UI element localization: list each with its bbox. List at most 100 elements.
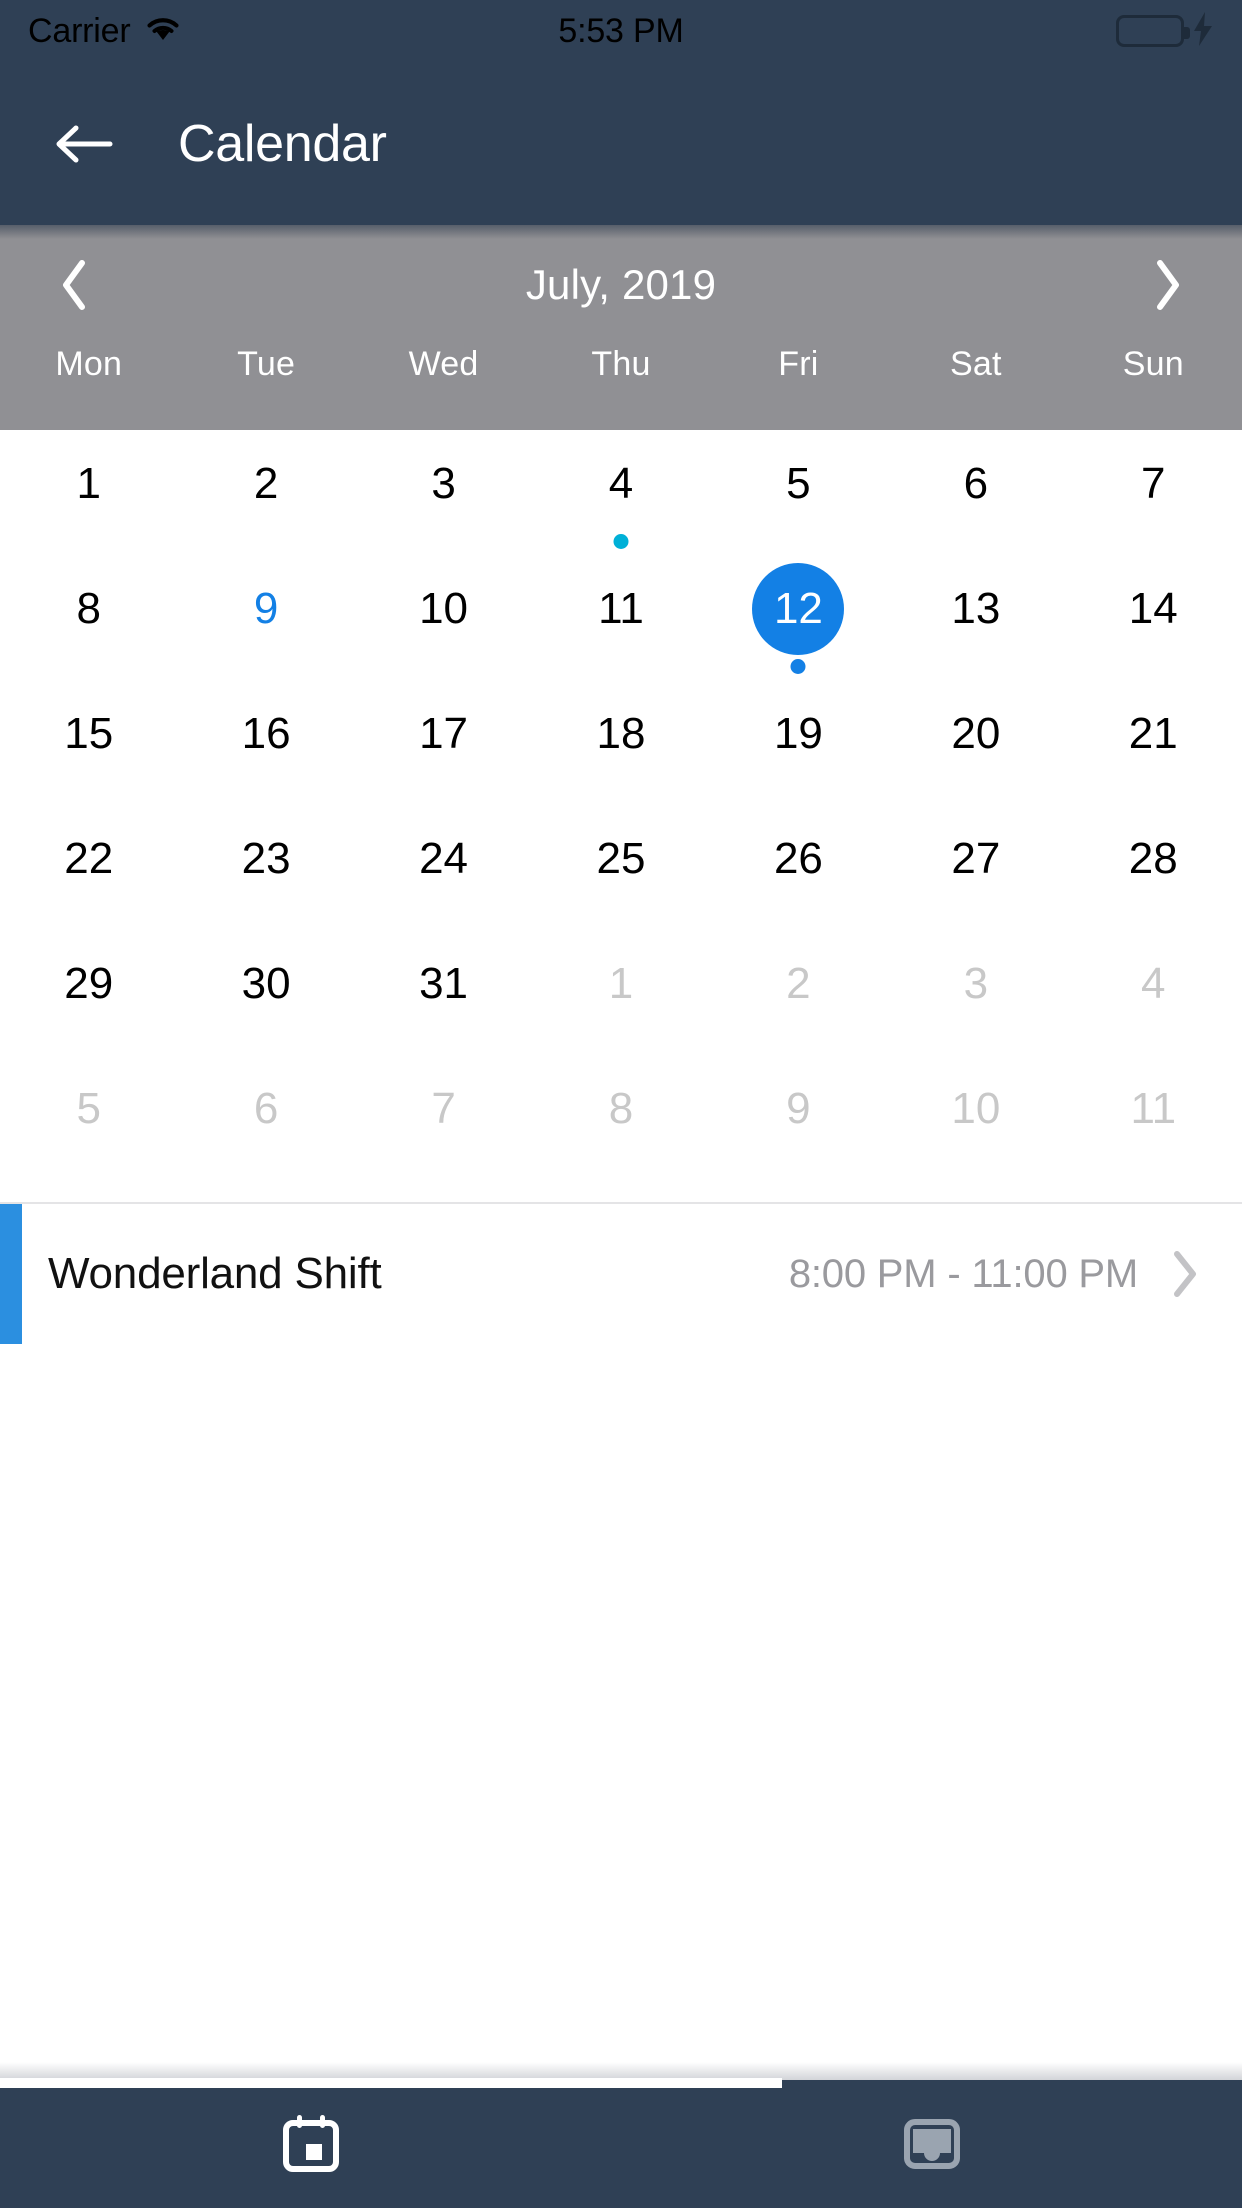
day-number: 3 [431,459,456,508]
day-number: 11 [598,584,644,633]
calendar-day-6-muted[interactable]: 6 [177,1063,354,1188]
day-number: 14 [1128,584,1178,633]
chevron-right-icon[interactable] [1138,256,1196,314]
day-number: 31 [419,959,469,1008]
weekday-label: Sat [950,345,1002,383]
event-accent-bar [0,1204,22,1344]
app-screen: Carrier 5:53 PM Calendar July, 2019 Mon … [0,0,1242,2208]
calendar-day-3[interactable]: 3 [355,438,532,563]
page-title: Calendar [178,114,387,173]
day-number: 12 [752,563,845,655]
calendar-day-17[interactable]: 17 [355,688,532,813]
day-number: 7 [431,1084,456,1133]
day-number: 10 [419,584,469,633]
day-number: 24 [419,834,469,883]
weekday-label: Tue [237,345,296,383]
chevron-right-icon[interactable] [1164,1250,1204,1298]
calendar-day-7-muted[interactable]: 7 [355,1063,532,1188]
day-number: 6 [253,1084,279,1133]
calendar-day-27[interactable]: 27 [887,813,1064,938]
calendar-day-4[interactable]: 4 [532,438,709,563]
tab-inbox[interactable] [621,2080,1242,2208]
event-indicator-dot [790,659,806,674]
calendar-grid: 1 2 3 4 5 6 7 8 9 10 11 12 13 14 15 16 17 18 19 20 21 22 23 24 2… [0,430,1242,1188]
event-row[interactable]: Wonderland Shift 8:00 PM - 11:00 PM [0,1204,1242,1344]
calendar-day-11-muted[interactable]: 11 [1065,1063,1242,1188]
calendar-day-1-muted[interactable]: 1 [532,938,709,1063]
calendar-day-26[interactable]: 26 [710,813,887,938]
day-number: 15 [64,709,114,758]
day-number: 13 [951,584,1001,633]
day-number: 8 [608,1084,634,1133]
calendar-day-23[interactable]: 23 [177,813,354,938]
day-number: 21 [1128,709,1178,758]
calendar-day-11[interactable]: 11 [532,563,709,688]
month-navigation-bar: July, 2019 Mon Tue Wed Thu Fri Sat Sun [0,225,1242,430]
calendar-day-9-muted[interactable]: 9 [710,1063,887,1188]
calendar-day-29[interactable]: 29 [0,938,177,1063]
tab-calendar[interactable] [0,2080,621,2208]
calendar-day-6[interactable]: 6 [887,438,1064,563]
status-bar-right [1116,11,1214,51]
day-number: 5 [786,459,811,508]
event-list: Wonderland Shift 8:00 PM - 11:00 PM [0,1202,1242,2062]
day-number: 9 [786,1084,811,1133]
calendar-day-9-today[interactable]: 9 [177,563,354,688]
weekday-header-row: Mon Tue Wed Thu Fri Sat Sun [0,345,1242,430]
calendar-day-2-muted[interactable]: 2 [710,938,887,1063]
day-number: 9 [253,584,279,633]
day-number: 30 [241,959,291,1008]
day-number: 27 [951,834,1001,883]
calendar-day-2[interactable]: 2 [177,438,354,563]
calendar-day-31[interactable]: 31 [355,938,532,1063]
calendar-day-30[interactable]: 30 [177,938,354,1063]
day-number: 20 [951,709,1001,758]
calendar-day-10-muted[interactable]: 10 [887,1063,1064,1188]
day-number: 2 [253,459,279,508]
calendar-day-13[interactable]: 13 [887,563,1064,688]
calendar-day-22[interactable]: 22 [0,813,177,938]
day-number: 28 [1128,834,1178,883]
status-bar-left: Carrier [28,12,181,51]
wifi-icon [145,15,181,48]
weekday-label: Sun [1122,345,1184,383]
chevron-left-icon[interactable] [46,256,104,314]
calendar-day-18[interactable]: 18 [532,688,709,813]
event-title: Wonderland Shift [48,1249,382,1298]
calendar-day-16[interactable]: 16 [177,688,354,813]
calendar-day-5[interactable]: 5 [710,438,887,563]
battery-full-icon [1116,15,1190,47]
day-number: 1 [76,459,101,508]
calendar-day-4-muted[interactable]: 4 [1065,938,1242,1063]
calendar-day-7[interactable]: 7 [1065,438,1242,563]
day-number: 25 [596,834,646,883]
calendar-day-8-muted[interactable]: 8 [532,1063,709,1188]
weekday-label: Mon [55,345,123,383]
calendar-day-15[interactable]: 15 [0,688,177,813]
weekday-label: Wed [408,345,479,383]
calendar-day-1[interactable]: 1 [0,438,177,563]
calendar-day-12-selected[interactable]: 12 [710,563,887,688]
calendar-day-28[interactable]: 28 [1065,813,1242,938]
day-number: 2 [786,959,811,1008]
calendar-day-5-muted[interactable]: 5 [0,1063,177,1188]
day-number: 29 [64,959,114,1008]
calendar-icon [282,2115,339,2172]
nav-header: Calendar [0,62,1242,225]
month-label: July, 2019 [525,261,717,308]
calendar-day-25[interactable]: 25 [532,813,709,938]
calendar-day-14[interactable]: 14 [1065,563,1242,688]
month-row: July, 2019 [0,225,1242,345]
calendar-day-10[interactable]: 10 [355,563,532,688]
scroll-indicator[interactable] [0,2078,783,2088]
weekday-label: Thu [591,345,651,383]
inbox-icon [903,2119,960,2169]
calendar-day-24[interactable]: 24 [355,813,532,938]
calendar-day-8[interactable]: 8 [0,563,177,688]
calendar-day-19[interactable]: 19 [710,688,887,813]
day-number: 16 [241,709,291,758]
calendar-day-20[interactable]: 20 [887,688,1064,813]
calendar-day-3-muted[interactable]: 3 [887,938,1064,1063]
calendar-day-21[interactable]: 21 [1065,688,1242,813]
back-button[interactable] [52,112,116,176]
